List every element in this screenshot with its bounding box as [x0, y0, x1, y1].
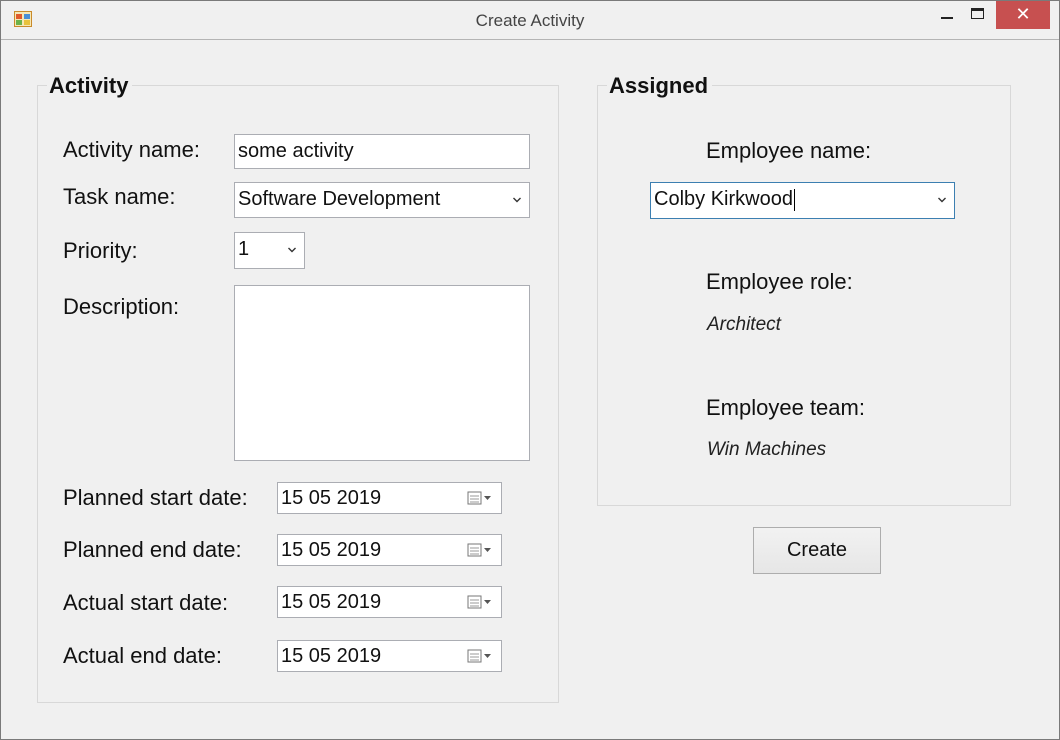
- chevron-down-icon: [938, 197, 946, 203]
- close-icon: ✕: [1015, 4, 1031, 24]
- activity-name-label: Activity name:: [63, 137, 200, 162]
- text-caret: [793, 188, 795, 211]
- priority-value: 1: [238, 238, 250, 260]
- calendar-dropdown-icon[interactable]: [467, 543, 493, 557]
- calendar-dropdown-icon[interactable]: [467, 595, 493, 609]
- priority-dropdown[interactable]: 1: [234, 232, 305, 269]
- planned-end-value: 15 05 2019: [281, 539, 382, 561]
- maximize-button[interactable]: [963, 1, 993, 29]
- activity-group-title: Activity: [47, 73, 133, 99]
- actual-end-value: 15 05 2019: [281, 645, 382, 667]
- window-title: Create Activity: [475, 11, 585, 30]
- actual-start-datepicker[interactable]: 15 05 2019: [277, 586, 502, 618]
- task-name-dropdown[interactable]: Software Development: [234, 182, 530, 218]
- employee-team-value: Win Machines: [707, 439, 827, 460]
- description-textarea[interactable]: [234, 285, 530, 461]
- planned-end-datepicker[interactable]: 15 05 2019: [277, 534, 502, 566]
- planned-start-datepicker[interactable]: 15 05 2019: [277, 482, 502, 514]
- task-name-value: Software Development: [238, 188, 441, 210]
- employee-name-label: Employee name:: [706, 138, 872, 163]
- priority-label: Priority:: [63, 238, 138, 263]
- employee-role-value: Architect: [707, 314, 781, 335]
- planned-start-label: Planned start date:: [63, 485, 248, 510]
- actual-end-datepicker[interactable]: 15 05 2019: [277, 640, 502, 672]
- employee-name-dropdown[interactable]: Colby Kirkwood: [650, 182, 955, 219]
- maximize-icon: [971, 8, 984, 19]
- actual-start-value: 15 05 2019: [281, 591, 382, 613]
- minimize-icon: [941, 17, 953, 19]
- employee-name-value: Colby Kirkwood: [654, 188, 793, 210]
- activity-name-input[interactable]: some activity: [234, 134, 530, 169]
- chevron-down-icon: [513, 197, 521, 203]
- minimize-button[interactable]: [931, 1, 961, 29]
- calendar-dropdown-icon[interactable]: [467, 491, 493, 505]
- create-activity-window: Create Activity ✕ Activity Activity name…: [0, 0, 1060, 740]
- task-name-label: Task name:: [63, 184, 176, 209]
- planned-start-value: 15 05 2019: [281, 487, 382, 509]
- chevron-down-icon: [288, 247, 296, 253]
- employee-team-label: Employee team:: [706, 395, 865, 420]
- close-button[interactable]: ✕: [996, 1, 1050, 29]
- description-label: Description:: [63, 294, 180, 319]
- actual-end-label: Actual end date:: [63, 643, 223, 668]
- create-button[interactable]: Create: [753, 527, 881, 574]
- title-bar[interactable]: Create Activity ✕: [1, 1, 1059, 40]
- employee-role-label: Employee role:: [706, 269, 853, 294]
- planned-end-label: Planned end date:: [63, 537, 242, 562]
- calendar-dropdown-icon[interactable]: [467, 649, 493, 663]
- actual-start-label: Actual start date:: [63, 590, 229, 615]
- assigned-group-title: Assigned: [607, 73, 713, 99]
